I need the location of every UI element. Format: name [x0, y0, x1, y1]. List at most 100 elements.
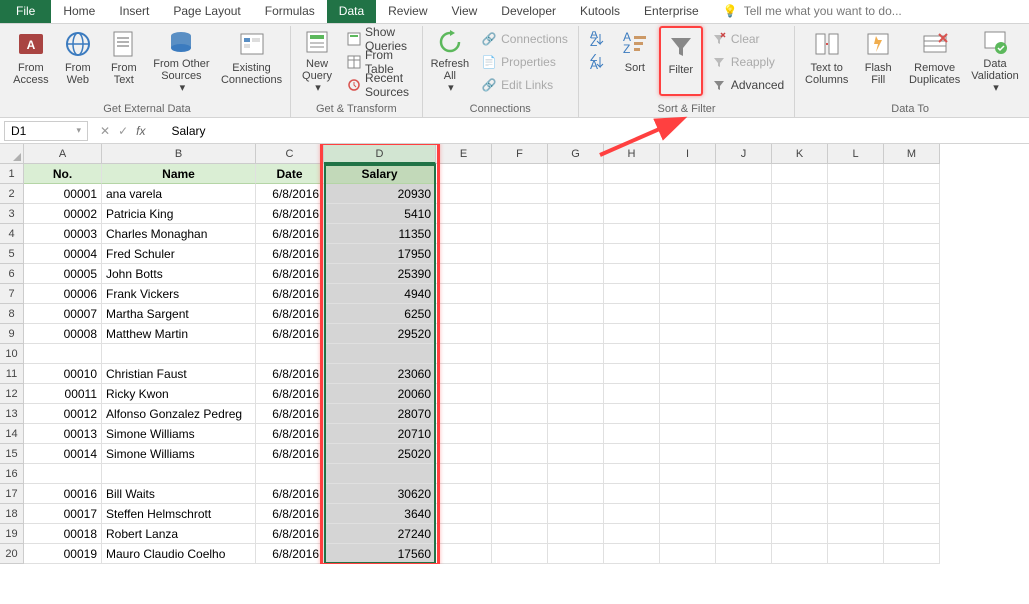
cell-B5[interactable]: Fred Schuler — [102, 244, 256, 264]
tab-formulas[interactable]: Formulas — [253, 0, 327, 23]
cell-J5[interactable] — [716, 244, 772, 264]
name-box[interactable]: D1▾ — [4, 121, 88, 141]
cell-A7[interactable]: 00006 — [24, 284, 102, 304]
cell-K6[interactable] — [772, 264, 828, 284]
cell-J18[interactable] — [716, 504, 772, 524]
cell-M15[interactable] — [884, 444, 940, 464]
cell-I17[interactable] — [660, 484, 716, 504]
cell-I19[interactable] — [660, 524, 716, 544]
row-header-17[interactable]: 17 — [0, 484, 24, 504]
cell-I10[interactable] — [660, 344, 716, 364]
text-to-columns-button[interactable]: Text to Columns — [799, 26, 854, 96]
cell-E10[interactable] — [436, 344, 492, 364]
cell-B13[interactable]: Alfonso Gonzalez Pedreg — [102, 404, 256, 424]
row-header-20[interactable]: 20 — [0, 544, 24, 564]
cell-C13[interactable]: 6/8/2016 — [256, 404, 324, 424]
row-header-5[interactable]: 5 — [0, 244, 24, 264]
cell-A9[interactable]: 00008 — [24, 324, 102, 344]
cell-I4[interactable] — [660, 224, 716, 244]
advanced-button[interactable]: Advanced — [707, 74, 788, 96]
cell-F8[interactable] — [492, 304, 548, 324]
cell-A18[interactable]: 00017 — [24, 504, 102, 524]
cell-H6[interactable] — [604, 264, 660, 284]
tab-home[interactable]: Home — [51, 0, 107, 23]
cell-I9[interactable] — [660, 324, 716, 344]
cell-K2[interactable] — [772, 184, 828, 204]
data-validation-button[interactable]: Data Validation▾ — [969, 26, 1021, 96]
cell-I13[interactable] — [660, 404, 716, 424]
cell-G14[interactable] — [548, 424, 604, 444]
cell-B10[interactable] — [102, 344, 256, 364]
cell-I8[interactable] — [660, 304, 716, 324]
cell-D14[interactable]: 20710 — [324, 424, 436, 444]
cell-K19[interactable] — [772, 524, 828, 544]
cell-D20[interactable]: 17560 — [324, 544, 436, 564]
cell-D3[interactable]: 5410 — [324, 204, 436, 224]
column-header-H[interactable]: H — [604, 144, 660, 164]
column-header-C[interactable]: C — [256, 144, 324, 164]
cell-M10[interactable] — [884, 344, 940, 364]
cell-F15[interactable] — [492, 444, 548, 464]
reapply-button[interactable]: Reapply — [707, 51, 788, 73]
row-header-10[interactable]: 10 — [0, 344, 24, 364]
cell-K5[interactable] — [772, 244, 828, 264]
cell-J2[interactable] — [716, 184, 772, 204]
row-header-12[interactable]: 12 — [0, 384, 24, 404]
cell-C4[interactable]: 6/8/2016 — [256, 224, 324, 244]
cell-J4[interactable] — [716, 224, 772, 244]
from-other-sources-button[interactable]: From Other Sources▾ — [148, 26, 215, 96]
edit-links-button[interactable]: 🔗Edit Links — [477, 74, 572, 96]
filter-button[interactable]: Filter — [659, 26, 703, 96]
column-header-B[interactable]: B — [102, 144, 256, 164]
column-header-E[interactable]: E — [436, 144, 492, 164]
cell-K3[interactable] — [772, 204, 828, 224]
cell-G11[interactable] — [548, 364, 604, 384]
cell-G13[interactable] — [548, 404, 604, 424]
recent-sources-button[interactable]: Recent Sources — [343, 74, 416, 96]
cell-M12[interactable] — [884, 384, 940, 404]
tab-pagelayout[interactable]: Page Layout — [161, 0, 252, 23]
clear-button[interactable]: Clear — [707, 28, 788, 50]
cell-J16[interactable] — [716, 464, 772, 484]
cell-L9[interactable] — [828, 324, 884, 344]
cell-L18[interactable] — [828, 504, 884, 524]
cell-H16[interactable] — [604, 464, 660, 484]
cell-L14[interactable] — [828, 424, 884, 444]
cell-K12[interactable] — [772, 384, 828, 404]
cell-E8[interactable] — [436, 304, 492, 324]
cell-M19[interactable] — [884, 524, 940, 544]
cell-F6[interactable] — [492, 264, 548, 284]
cell-M16[interactable] — [884, 464, 940, 484]
cell-J13[interactable] — [716, 404, 772, 424]
cell-F7[interactable] — [492, 284, 548, 304]
refresh-all-button[interactable]: Refresh All▾ — [427, 26, 474, 96]
cell-D11[interactable]: 23060 — [324, 364, 436, 384]
cell-K16[interactable] — [772, 464, 828, 484]
cell-C16[interactable] — [256, 464, 324, 484]
cell-B1[interactable]: Name — [102, 164, 256, 184]
cell-J12[interactable] — [716, 384, 772, 404]
cell-B8[interactable]: Martha Sargent — [102, 304, 256, 324]
cell-I1[interactable] — [660, 164, 716, 184]
cell-H9[interactable] — [604, 324, 660, 344]
cell-A20[interactable]: 00019 — [24, 544, 102, 564]
cell-L13[interactable] — [828, 404, 884, 424]
cell-I18[interactable] — [660, 504, 716, 524]
cell-E2[interactable] — [436, 184, 492, 204]
cell-G15[interactable] — [548, 444, 604, 464]
cell-J19[interactable] — [716, 524, 772, 544]
cell-J17[interactable] — [716, 484, 772, 504]
cell-L19[interactable] — [828, 524, 884, 544]
column-header-J[interactable]: J — [716, 144, 772, 164]
cell-B11[interactable]: Christian Faust — [102, 364, 256, 384]
row-header-3[interactable]: 3 — [0, 204, 24, 224]
cell-E14[interactable] — [436, 424, 492, 444]
cell-D1[interactable]: Salary — [324, 164, 436, 184]
cell-L16[interactable] — [828, 464, 884, 484]
cell-M14[interactable] — [884, 424, 940, 444]
cell-D8[interactable]: 6250 — [324, 304, 436, 324]
cell-A2[interactable]: 00001 — [24, 184, 102, 204]
cell-B6[interactable]: John Botts — [102, 264, 256, 284]
cell-I3[interactable] — [660, 204, 716, 224]
cell-B17[interactable]: Bill Waits — [102, 484, 256, 504]
